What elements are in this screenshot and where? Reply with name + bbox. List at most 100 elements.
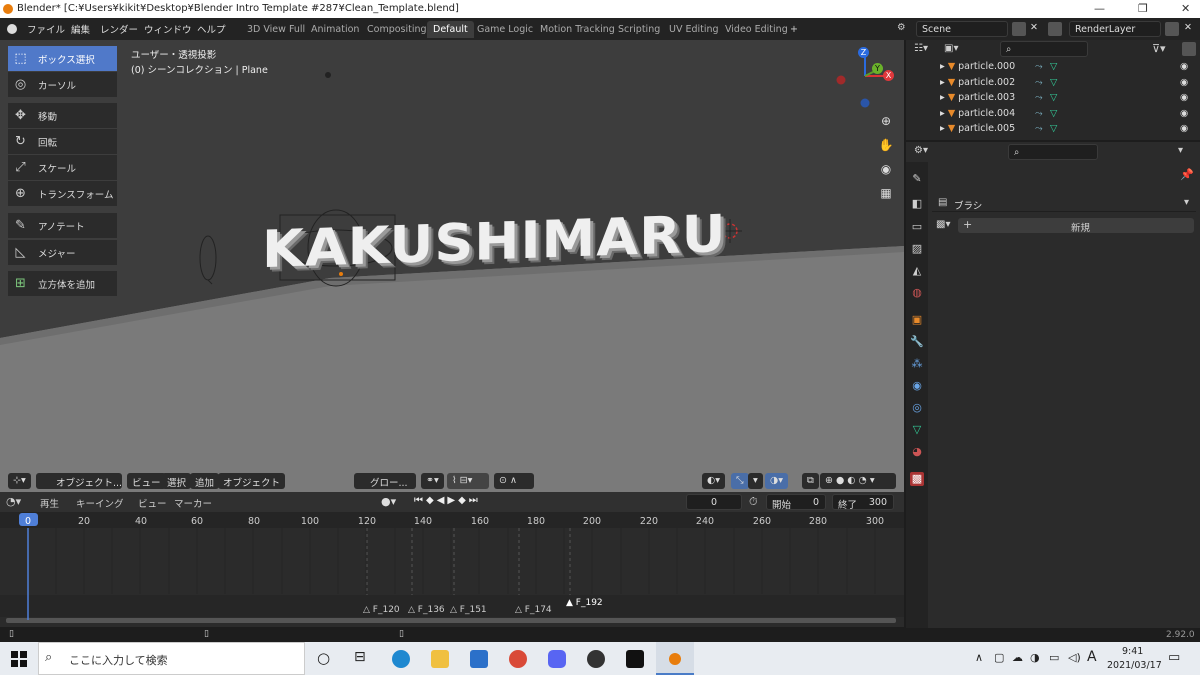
mode-select[interactable]: オブジェクト... [36,473,122,489]
menu-file[interactable]: ファイル [27,22,65,36]
outliner-editor-icon[interactable]: ☷▾ [914,43,928,54]
brush-browse-icon[interactable]: ▩▾ [936,219,950,230]
texture-tab-icon[interactable]: ▩ [910,472,924,486]
expand-icon[interactable]: ▸ [940,123,945,134]
discord-icon[interactable] [548,650,566,668]
gizmo-toggle-icon[interactable]: ⤡ [731,473,749,489]
properties-editor-icon[interactable]: ⚙▾ [914,145,928,156]
zoom-icon[interactable]: ⊕ [876,111,896,131]
xray-icon[interactable]: ⧉ [802,473,819,489]
chrome-icon[interactable] [509,650,527,668]
outliner-item[interactable]: ▸ ▼ particle.005 ⤳ ▽ ◉ [940,123,1188,138]
tab-video-editing[interactable]: Video Editing [719,21,794,38]
filter-icon[interactable]: ⊽▾ [1152,42,1166,55]
camera-icon[interactable]: ◉ [876,159,896,179]
view-menu[interactable]: ビュー [127,473,166,489]
record-icon[interactable]: ●▾ [381,495,396,508]
timeline-editor-icon[interactable]: ◔▾ [6,495,21,508]
grid-view-icon[interactable]: ▦ [876,183,896,203]
material-tab-icon[interactable]: ◕ [910,445,924,459]
obs-icon[interactable] [587,650,605,668]
view-layer-tab-icon[interactable]: ▨ [910,242,924,256]
end-frame-field[interactable]: 終了 300 [832,494,894,511]
particles-tab-icon[interactable]: ⁂ [910,357,924,371]
mail-icon[interactable] [470,650,488,668]
windows-start-icon[interactable] [11,651,27,667]
menu-render[interactable]: レンダー [100,22,138,36]
menu-edit[interactable]: 編集 [71,22,90,36]
eye-icon[interactable]: ◉ [1180,92,1188,103]
clock-time[interactable]: 9:41 [1122,646,1143,657]
properties-options-icon[interactable]: ▾ [1178,145,1183,156]
data-tab-icon[interactable]: ▽ [910,423,924,437]
new-brush-button[interactable]: + 新規 [958,218,1194,234]
3d-viewport[interactable]: KAKUSHIMARU ユーザー・透視投影 (0) シーンコレクション | Pl… [0,40,904,492]
tab-default[interactable]: Default [427,21,474,38]
gizmo-dropdown-icon[interactable]: ▾ [748,473,763,489]
tray-chevron-icon[interactable]: ∧ [975,651,983,664]
notification-icon[interactable]: ▭ [1168,650,1180,665]
minimize-icon[interactable]: — [1094,2,1105,15]
render-layer-field[interactable]: RenderLayer [1069,21,1161,37]
tool-annotate[interactable]: ✎ アノテート [8,213,117,238]
properties-search-input[interactable]: ⌕ [1008,144,1098,160]
object-tab-icon[interactable]: ▣ [910,313,924,327]
scene-tab-icon[interactable]: ◭ [910,264,924,278]
gizmo-z-icon[interactable]: Z [858,47,869,58]
expand-icon[interactable]: ▸ [940,61,945,72]
timeline-view-icon[interactable]: ⊟ [354,649,366,665]
brush-panel-header[interactable]: ▤ ブラシ ▾ [932,194,1196,212]
tab-uv-editing[interactable]: UV Editing [663,21,725,38]
object-menu[interactable]: オブジェクト [218,473,286,489]
taskbar-search-box[interactable]: ⌕ ここに入力して検索 [38,642,305,675]
tool-add-cube[interactable]: ⊞ 立方体を追加 [8,271,117,296]
display-mode-icon[interactable]: ▣▾ [944,43,958,54]
overlay-toggle-icon[interactable]: ◑▾ [765,473,789,489]
tool-move[interactable]: ✥ 移動 [8,103,117,128]
proportional-edit-icon[interactable]: ⊙ ∧ [494,473,534,489]
tool-rotate[interactable]: ↻ 回転 [8,129,117,154]
menu-help[interactable]: ヘルプ [197,22,226,36]
current-frame-field[interactable]: 0 [686,494,742,510]
ime-indicator[interactable]: A [1087,649,1097,665]
tab-motion-tracking[interactable]: Motion Tracking [534,21,621,38]
collapse-chevron-icon[interactable]: ▾ [1184,197,1189,208]
editor-type-icon[interactable]: ⊹▾ [8,473,31,489]
outliner-item[interactable]: ▸ ▼ particle.004 ⤳ ▽ ◉ [940,108,1188,123]
file-explorer-icon[interactable] [431,650,449,668]
tool-transform[interactable]: ⊕ トランスフォーム [8,181,117,206]
onedrive-icon[interactable]: ☁ [1012,651,1023,664]
new-collection-icon[interactable] [1182,42,1196,56]
delete-scene-icon[interactable]: ✕ [1030,22,1038,33]
modifier-tab-icon[interactable]: 🔧 [910,335,924,349]
start-frame-field[interactable]: 開始 0 [766,494,826,511]
add-menu[interactable]: 追加 [190,473,220,489]
marker-f120[interactable]: △ F_120 [363,605,400,615]
expand-icon[interactable]: ▸ [940,77,945,88]
timeline-menu-view[interactable]: ビュー [138,496,167,510]
tool-cursor[interactable]: ◎ カーソル [8,72,117,97]
tray-device-icon[interactable]: ▢ [994,651,1004,664]
new-scene-icon[interactable] [1012,22,1026,36]
outliner-item[interactable]: ▸ ▼ particle.002 ⤳ ▽ ◉ [940,77,1188,92]
tool-measure[interactable]: ◺ メジャー [8,240,117,265]
shading-modes-icon[interactable]: ⊕●◐◔▾ [820,473,896,489]
timeline-menu-playback[interactable]: 再生 [40,496,59,510]
scene-field[interactable]: Scene [916,21,1008,37]
clock-date[interactable]: 2021/03/17 [1107,660,1162,671]
new-layer-icon[interactable] [1165,22,1179,36]
outliner-item[interactable]: ▸ ▼ particle.003 ⤳ ▽ ◉ [940,92,1188,107]
select-menu[interactable]: 選択 [162,473,192,489]
output-tab-icon[interactable]: ▭ [910,220,924,234]
network-icon[interactable]: ▭ [1049,651,1059,664]
pan-hand-icon[interactable]: ✋ [876,135,896,155]
eye-icon[interactable]: ◉ [1180,61,1188,72]
marker-f151[interactable]: △ F_151 [450,605,487,615]
constraints-tab-icon[interactable]: ◎ [910,401,924,415]
render-tab-icon[interactable]: ◧ [910,197,924,211]
tab-compositing[interactable]: Compositing [361,21,433,38]
edge-browser-icon[interactable] [392,650,410,668]
timeline-menu-marker[interactable]: マーカー [174,496,212,510]
eye-icon[interactable]: ◉ [1180,77,1188,88]
orientation-select[interactable]: グロー... [354,473,416,489]
